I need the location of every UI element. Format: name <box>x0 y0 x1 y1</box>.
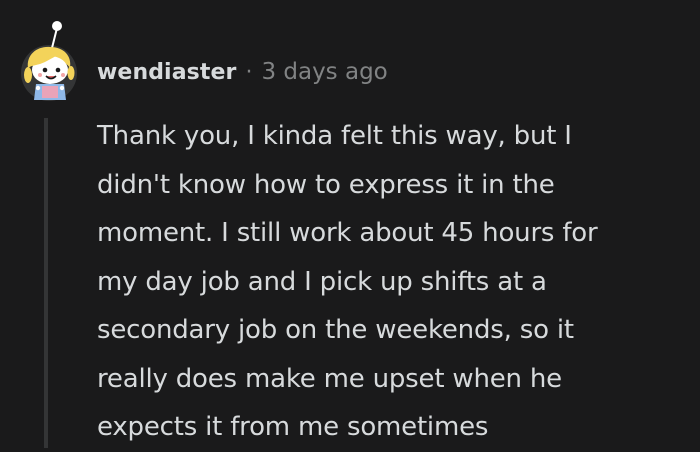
comment-body: Thank you, I kinda felt this way, but I … <box>97 112 697 452</box>
comment-line: moment. I still work about 45 hours for <box>97 218 598 248</box>
comment-line: secondary job on the weekends, so it <box>97 315 574 345</box>
thread-collapse-line[interactable] <box>44 118 48 448</box>
user-avatar[interactable] <box>16 20 82 102</box>
timestamp-link[interactable]: 3 days ago <box>261 59 387 85</box>
comment-line: didn't know how to express it in the <box>97 169 555 200</box>
username-link[interactable]: wendiaster <box>97 60 236 85</box>
comment-line: Thank you, I kinda felt this way, but I <box>97 121 572 151</box>
comment-line: really does make me upset when he <box>97 363 562 394</box>
comment: wendiaster · 3 days ago Thank you, I kin… <box>0 0 700 448</box>
comment-meta: wendiaster · 3 days ago <box>97 56 388 88</box>
meta-separator: · <box>245 59 253 85</box>
snoo-avatar-icon <box>21 21 77 101</box>
comment-line: my day job and I pick up shifts at a <box>97 266 547 297</box>
comment-line: expects it from me sometimes <box>97 412 489 442</box>
